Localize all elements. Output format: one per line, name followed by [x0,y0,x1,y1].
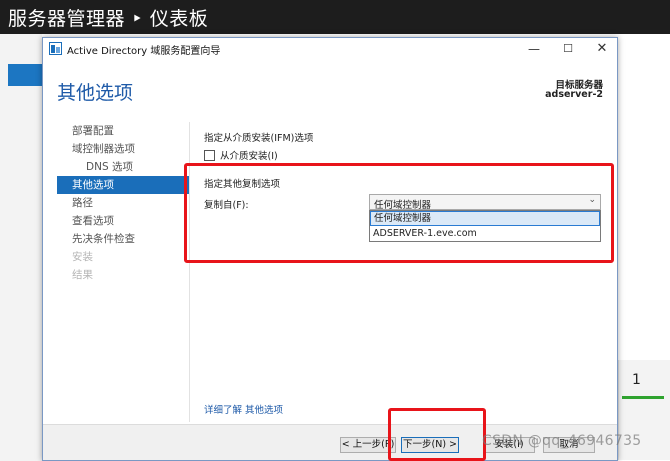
minimize-icon[interactable]: — [517,38,551,60]
annotation-box-replication [184,163,614,263]
wizard-nav: 部署配置 域控制器选项 DNS 选项 其他选项 路径 查看选项 先决条件检查 安… [57,122,189,284]
nav-item-dns-options[interactable]: DNS 选项 [57,158,189,176]
watermark-text: CSDN @qq_46946735 [482,433,642,449]
server-manager-title: 服务器管理器 ‣ 仪表板 [8,8,209,30]
nav-item-additional-options[interactable]: 其他选项 [57,176,189,194]
tile-status-bar [622,396,664,399]
window-title: Active Directory 域服务配置向导 [67,46,221,57]
close-icon[interactable]: ✕ [585,38,617,60]
nav-item-paths[interactable]: 路径 [57,194,189,212]
nav-item-installation: 安装 [72,251,93,263]
nav-item-dc-options[interactable]: 域控制器选项 [57,140,189,158]
annotation-box-next [388,408,486,461]
install-from-media-checkbox[interactable] [204,149,215,161]
nav-item-prerequisites-check[interactable]: 先决条件检查 [57,230,189,248]
learn-more-link[interactable]: 详细了解 其他选项 [204,402,283,416]
nav-item-review-options[interactable]: 查看选项 [57,212,189,230]
server-manager-selected-nav [8,64,42,86]
window-titlebar[interactable]: Active Directory 域服务配置向导 — ☐ ✕ [43,38,617,60]
tile-count: 1 [632,372,641,388]
nav-item-results: 结果 [72,269,93,281]
install-from-media-label[interactable]: 从介质安装(I) [220,148,278,162]
page-title: 其他选项 [57,82,134,104]
server-manager-header: 服务器管理器 ‣ 仪表板 [0,0,670,34]
server-manager-sidebar [0,34,42,461]
maximize-icon[interactable]: ☐ [551,38,585,60]
target-server-name: adserver-2 [545,89,603,100]
ifm-checkbox-row[interactable]: 从介质安装(I) [204,148,278,162]
nav-item-deployment-config[interactable]: 部署配置 [57,122,189,140]
ifm-section-title: 指定从介质安装(IFM)选项 [204,133,314,144]
server-manager-icon [49,42,62,55]
